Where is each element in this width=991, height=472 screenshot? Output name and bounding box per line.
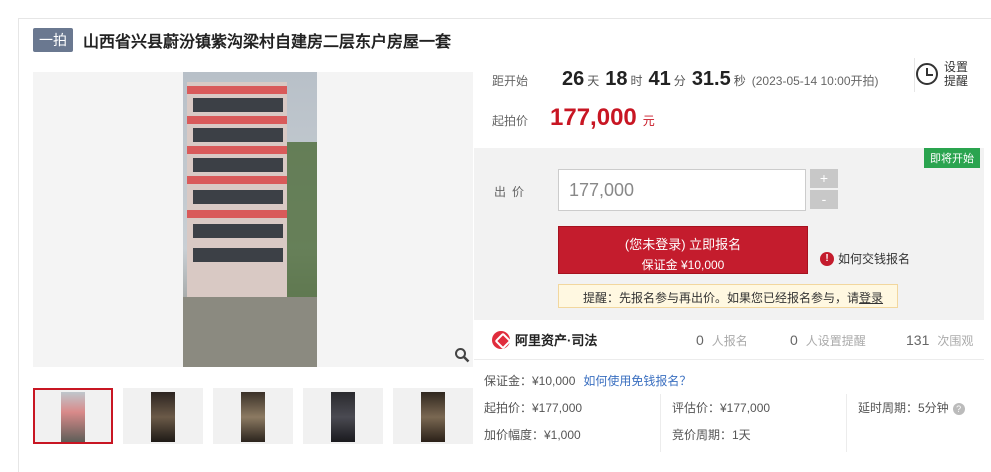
decrease-button[interactable]: -	[810, 190, 838, 209]
brand-name: 阿里资产·司法	[515, 333, 598, 348]
delay-text: 延时周期：5分钟	[858, 401, 949, 415]
bid-panel: 即将开始 出价 + - (您未登录) 立即报名 保证金 ¥10,000 ! 如何…	[474, 148, 984, 320]
detail-start-price: 起拍价：¥177,000	[484, 401, 583, 415]
property-image	[183, 72, 317, 367]
apply-button[interactable]: (您未登录) 立即报名 保证金 ¥10,000	[558, 226, 808, 274]
magnifier-icon[interactable]	[454, 347, 470, 368]
question-icon[interactable]: ?	[952, 403, 965, 415]
signup-label: 人报名	[711, 334, 748, 348]
round-badge: 一拍	[33, 28, 73, 52]
main-photo[interactable]	[33, 72, 473, 367]
detail-period: 竞价周期：1天	[672, 428, 751, 442]
countdown-hours: 18	[605, 68, 628, 90]
reminder-stat: 0 人设置提醒	[790, 332, 866, 349]
hint-box: 提醒：先报名参与再出价。如果您已经报名参与，请登录	[558, 284, 898, 308]
detail-increment: 加价幅度：¥1,000	[484, 428, 581, 442]
views-label: 次围观	[937, 334, 974, 348]
thumbnail[interactable]	[393, 388, 473, 444]
alibaba-logo-icon	[492, 330, 510, 349]
thumbnail[interactable]	[213, 388, 293, 444]
countdown-label: 距开始	[492, 74, 529, 88]
hours-unit: 时	[630, 74, 643, 88]
countdown-seconds: 31.5	[691, 68, 731, 90]
page-title: 山西省兴县蔚汾镇紫沟梁村自建房二层东户房屋一套	[83, 34, 452, 51]
login-link[interactable]: 登录	[859, 291, 883, 305]
detail-appraisal: 评估价：¥177,000	[672, 401, 771, 415]
signup-count: 0	[696, 332, 704, 348]
hint-text: 提醒：先报名参与再出价。如果您已经报名参与，请	[583, 291, 860, 305]
howto-link[interactable]: ! 如何交钱报名	[820, 250, 910, 267]
thumbnail[interactable]	[303, 388, 383, 444]
deposit-row: 保证金：¥10,000 如何使用免钱报名？	[484, 372, 691, 389]
start-price-unit: 元	[642, 114, 655, 128]
start-price-label: 起拍价	[492, 114, 529, 128]
stats-bar: 阿里资产·司法 0 人报名 0 人设置提醒 131 次围观	[474, 320, 984, 360]
countdown-minutes: 41	[648, 68, 671, 90]
auction-info: 距开始 26 天 18 时 41 分 31.5 秒 (2023-05-14 10…	[474, 56, 984, 148]
thumbnail-strip	[33, 388, 483, 444]
increase-button[interactable]: +	[810, 169, 838, 188]
howto-label: 如何交钱报名	[838, 252, 911, 266]
alarm-clock-icon	[916, 63, 938, 85]
status-badge: 即将开始	[924, 148, 980, 168]
seconds-unit: 秒	[733, 74, 746, 88]
divider	[660, 394, 661, 452]
deposit-help-link[interactable]: 如何使用免钱报名？	[583, 374, 691, 388]
brand-logo: 阿里资产·司法	[492, 330, 597, 349]
detail-delay: 延时周期：5分钟?	[858, 399, 965, 416]
countdown-days: 26	[562, 68, 585, 90]
signup-stat: 0 人报名	[696, 332, 748, 349]
reminder-label: 设置提醒	[944, 60, 969, 88]
days-unit: 天	[587, 74, 600, 88]
set-reminder-button[interactable]: 设置提醒	[916, 60, 970, 88]
thumbnail[interactable]	[33, 388, 113, 444]
divider	[846, 394, 847, 452]
title-row: 一拍 山西省兴县蔚汾镇紫沟梁村自建房二层东户房屋一套	[33, 28, 451, 52]
deposit-text: 保证金：¥10,000	[484, 374, 576, 388]
apply-deposit: 保证金 ¥10,000	[641, 258, 725, 272]
reminder-count: 0	[790, 332, 798, 348]
thumbnail[interactable]	[123, 388, 203, 444]
views-count: 131	[906, 332, 930, 348]
start-price-value: 177,000	[550, 104, 637, 131]
start-price: 起拍价 177,000 元	[492, 104, 655, 132]
info-icon: !	[820, 251, 834, 266]
minutes-unit: 分	[673, 74, 686, 88]
divider	[914, 58, 915, 92]
start-time: (2023-05-14 10:00开拍)	[751, 74, 879, 88]
views-stat: 131 次围观	[906, 332, 973, 349]
reminder-stat-label: 人设置提醒	[805, 334, 866, 348]
bid-label: 出价	[494, 185, 531, 199]
countdown: 距开始 26 天 18 时 41 分 31.5 秒 (2023-05-14 10…	[492, 68, 879, 91]
bid-input[interactable]	[558, 169, 806, 211]
bid-stepper: + -	[810, 169, 838, 211]
apply-label: (您未登录) 立即报名	[624, 237, 742, 252]
